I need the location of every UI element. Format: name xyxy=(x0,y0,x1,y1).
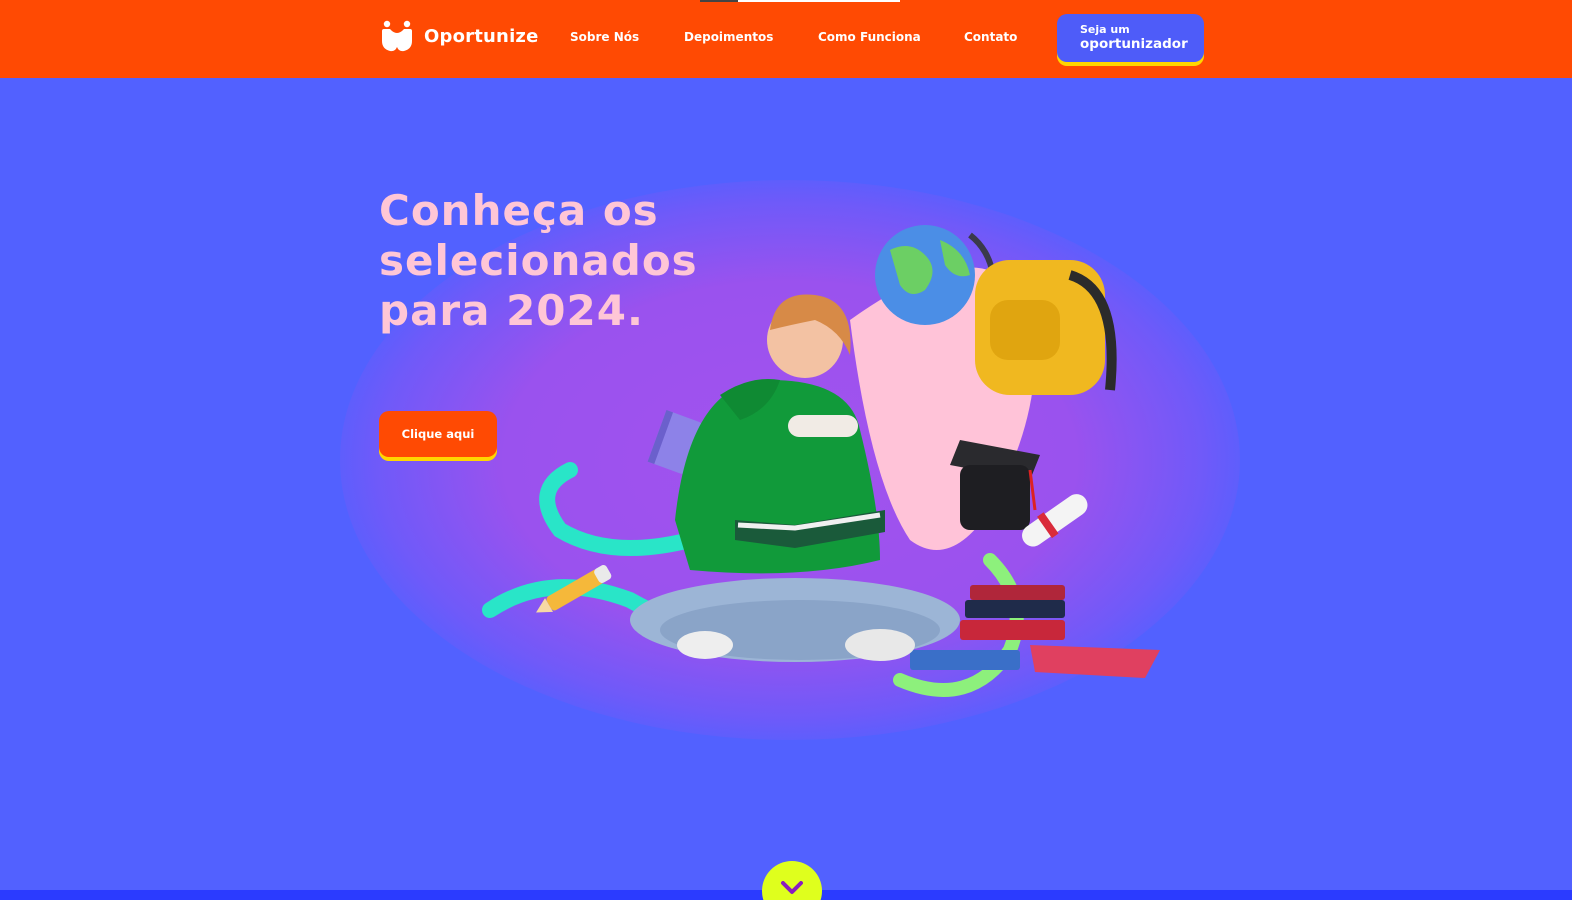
cta-line-2: oportunizador xyxy=(1080,36,1188,52)
people-hug-icon xyxy=(382,20,412,52)
nav-item-sobre-nos[interactable]: Sobre Nós xyxy=(570,30,639,44)
scroll-down-button[interactable] xyxy=(762,861,822,900)
nav-item-como-funciona[interactable]: Como Funciona xyxy=(818,30,921,44)
graduation-cap-icon xyxy=(950,440,1040,530)
hero-illustration xyxy=(482,225,1160,697)
brand-name: Oportunize xyxy=(424,25,539,47)
brand-logo[interactable]: Oportunize xyxy=(380,18,539,54)
cta-line-1: Seja um xyxy=(1080,23,1130,36)
become-oportunizador-button[interactable]: Seja um oportunizador xyxy=(1057,14,1204,62)
chevron-down-icon xyxy=(781,881,803,894)
backpack-icon xyxy=(975,260,1117,395)
site-header: Oportunize Sobre Nós Depoimentos Como Fu… xyxy=(0,0,1572,78)
nav-item-depoimentos[interactable]: Depoimentos xyxy=(684,30,773,44)
nav-item-contato[interactable]: Contato xyxy=(964,30,1017,44)
page-progress-indicator xyxy=(700,0,900,2)
